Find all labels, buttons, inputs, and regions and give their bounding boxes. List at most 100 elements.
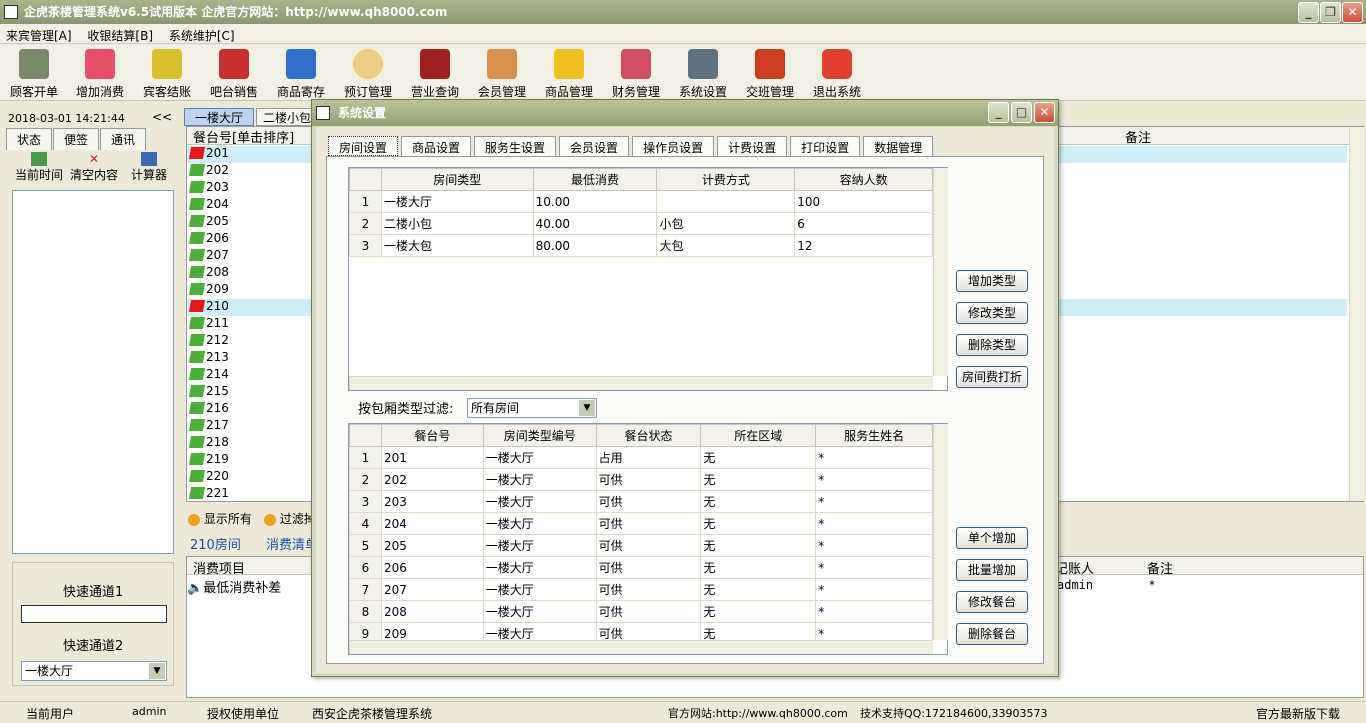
shift-button[interactable]: 交班管理: [736, 47, 804, 100]
room-item[interactable]: 219: [188, 451, 308, 468]
dialog-maximize-button[interactable]: □: [1011, 102, 1032, 123]
calculator-icon: [141, 152, 157, 166]
room-item[interactable]: 217: [188, 417, 308, 434]
tab-private-2f[interactable]: 二楼小包: [256, 108, 316, 126]
room-filter-select[interactable]: 所有房间 ▼: [467, 398, 597, 418]
table-row[interactable]: 1 201 一楼大厅 占用无 *: [349, 446, 933, 469]
table-row[interactable]: 4 204 一楼大厅 可供无 *: [349, 512, 933, 535]
tab-room-settings[interactable]: 房间设置: [328, 136, 399, 156]
clear-content-button[interactable]: ✕ 清空内容: [68, 152, 120, 183]
filter-button[interactable]: 过滤掉: [264, 510, 314, 527]
room-item[interactable]: 214: [188, 366, 308, 383]
room-item[interactable]: 220: [188, 468, 308, 485]
close-button[interactable]: ✕: [1342, 2, 1363, 23]
tab-print-settings[interactable]: 打印设置: [790, 136, 861, 156]
menu-guest[interactable]: 来宾管理[A]: [0, 24, 78, 47]
menu-checkout[interactable]: 收银结算[B]: [81, 24, 159, 47]
edit-type-button[interactable]: 修改类型: [956, 302, 1028, 324]
room-type-hscroll[interactable]: [349, 376, 933, 390]
room-item[interactable]: 206: [188, 230, 308, 247]
add-type-button[interactable]: 增加类型: [956, 270, 1028, 292]
room-item[interactable]: 202: [188, 162, 308, 179]
room-item[interactable]: 216: [188, 400, 308, 417]
tab-contacts[interactable]: 通讯: [100, 128, 147, 150]
notes-area[interactable]: [12, 190, 174, 554]
exit-button[interactable]: 退出系统: [803, 47, 871, 100]
show-all-button[interactable]: 显示所有: [188, 510, 252, 527]
toolbar: 顾客开单 增加消费 宾客结账 吧台销售 商品寄存 预订管理 营业查询 会员管理 …: [0, 45, 1366, 101]
table-row[interactable]: 1 一楼大厅 10.00 100: [349, 190, 933, 213]
dialog-minimize-button[interactable]: _: [988, 102, 1009, 123]
room-item[interactable]: 221: [188, 485, 308, 502]
left-panel: 2018-03-01 14:21:44 << 状态 便签 通讯 当前时间 ✕ 清空内容…: [0, 102, 180, 698]
tab-operator-settings[interactable]: 操作员设置: [632, 136, 715, 156]
restore-button[interactable]: ❐: [1320, 2, 1341, 23]
bar-sales-button[interactable]: 吧台销售: [200, 47, 268, 100]
open-order-button[interactable]: 顾客开单: [0, 47, 68, 100]
table-row[interactable]: 8 208 一楼大厅 可供无 *: [349, 600, 933, 623]
room-item[interactable]: 204: [188, 196, 308, 213]
calculator-button[interactable]: 计算器: [126, 152, 172, 183]
tab-status[interactable]: 状态: [6, 128, 53, 150]
tab-member-settings[interactable]: 会员设置: [559, 136, 630, 156]
delete-table-button[interactable]: 删除餐台: [956, 623, 1028, 645]
table-row[interactable]: 6 206 一楼大厅 可供无 *: [349, 556, 933, 579]
table-row[interactable]: 5 205 一楼大厅 可供无 *: [349, 534, 933, 557]
tab-data-management[interactable]: 数据管理: [863, 136, 934, 156]
room-discount-button[interactable]: 房间费打折: [956, 366, 1028, 388]
table-row[interactable]: 3 203 一楼大厅 可供无 *: [349, 490, 933, 513]
remark-column-header[interactable]: 备注: [1125, 127, 1151, 146]
latest-download-link[interactable]: 官方最新版下载: [1256, 705, 1340, 722]
delete-type-button[interactable]: 删除类型: [956, 334, 1028, 356]
room-item[interactable]: 203: [188, 179, 308, 196]
tab-billing-settings[interactable]: 计费设置: [717, 136, 788, 156]
member-button[interactable]: 会员管理: [468, 47, 536, 100]
table-list-vscroll[interactable]: [933, 424, 948, 640]
room-item[interactable]: 215: [188, 383, 308, 400]
table-row[interactable]: 3 一楼大包 80.00 大包 12: [349, 234, 933, 257]
available-flag-icon: [188, 385, 206, 397]
minimize-button[interactable]: _: [1298, 2, 1319, 23]
add-single-button[interactable]: 单个增加: [956, 527, 1028, 549]
room-item[interactable]: 213: [188, 349, 308, 366]
room-item[interactable]: 212: [188, 332, 308, 349]
dialog-close-button[interactable]: ✕: [1034, 102, 1055, 123]
tab-goods-settings[interactable]: 商品设置: [401, 136, 472, 156]
batch-add-button[interactable]: 批量增加: [956, 559, 1028, 581]
finance-button[interactable]: 财务管理: [602, 47, 670, 100]
room-item[interactable]: 201: [188, 145, 308, 162]
guest-checkout-button[interactable]: 宾客结账: [133, 47, 201, 100]
reservation-button[interactable]: 预订管理: [334, 47, 402, 100]
table-row[interactable]: 2 202 一楼大厅 可供无 *: [349, 468, 933, 491]
business-query-button[interactable]: 营业查询: [401, 47, 469, 100]
goods-button[interactable]: 商品管理: [535, 47, 603, 100]
tab-hall-1f[interactable]: 一楼大厅: [184, 108, 254, 126]
room-list-scrollbar[interactable]: [1349, 127, 1364, 501]
room-item[interactable]: 208: [188, 264, 308, 281]
chevron-down-icon[interactable]: ▼: [149, 663, 165, 679]
tab-notes[interactable]: 便签: [53, 128, 100, 150]
table-row[interactable]: 7 207 一楼大厅 可供无 *: [349, 578, 933, 601]
room-item[interactable]: 205: [188, 213, 308, 230]
room-type-vscroll[interactable]: [933, 168, 948, 376]
goods-storage-button[interactable]: 商品寄存: [267, 47, 335, 100]
collapse-button[interactable]: <<: [152, 110, 172, 124]
quick-channel-1-input[interactable]: [21, 605, 167, 623]
tab-waiter-settings[interactable]: 服务生设置: [474, 136, 557, 156]
menu-system[interactable]: 系统维护[C]: [163, 24, 241, 47]
room-item[interactable]: 209: [188, 281, 308, 298]
table-list-hscroll[interactable]: [349, 640, 933, 654]
room-column-header[interactable]: 餐台号[单击排序]: [193, 127, 294, 146]
system-settings-button[interactable]: 系统设置: [669, 47, 737, 100]
consume-item-row[interactable]: 🔈最低消费补差: [187, 577, 281, 596]
current-time-button[interactable]: 当前时间: [14, 152, 64, 183]
room-item[interactable]: 207: [188, 247, 308, 264]
table-row[interactable]: 2 二楼小包 40.00 小包 6: [349, 212, 933, 235]
room-item[interactable]: 210: [188, 298, 308, 315]
room-item[interactable]: 218: [188, 434, 308, 451]
chevron-down-icon[interactable]: ▼: [579, 400, 595, 416]
quick-channel-2-select[interactable]: 一楼大厅 ▼: [21, 661, 167, 681]
edit-table-button[interactable]: 修改餐台: [956, 591, 1028, 613]
add-consumption-button[interactable]: 增加消费: [66, 47, 134, 100]
room-item[interactable]: 211: [188, 315, 308, 332]
